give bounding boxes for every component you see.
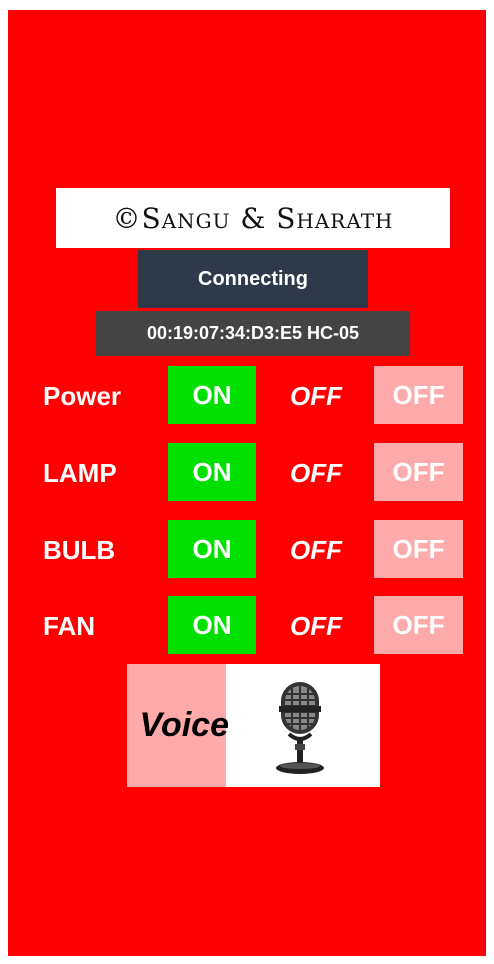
fan-state-text: OFF	[290, 611, 342, 641]
connection-status[interactable]: Connecting	[138, 250, 368, 308]
credits-text: ©Sangu & Sharath	[112, 201, 394, 235]
voice-button[interactable]: Voice	[127, 664, 380, 787]
power-off-button[interactable]: OFF	[374, 366, 463, 424]
device-label-fan: FAN	[43, 611, 95, 641]
fan-on-button[interactable]: ON	[168, 596, 256, 654]
bulb-off-button[interactable]: OFF	[374, 520, 463, 578]
power-state-text: OFF	[290, 381, 342, 411]
lamp-state-text: OFF	[290, 458, 342, 488]
lamp-on-button[interactable]: ON	[168, 443, 256, 501]
bulb-state-text: OFF	[290, 535, 342, 565]
microphone-icon	[276, 682, 324, 774]
device-address: 00:19:07:34:D3:E5 HC-05	[96, 311, 410, 356]
device-label-lamp: LAMP	[43, 458, 117, 488]
voice-label-panel: Voice	[127, 664, 229, 787]
power-on-button[interactable]: ON	[168, 366, 256, 424]
app-screen: ©Sangu & Sharath Connecting 00:19:07:34:…	[8, 10, 486, 956]
device-label-power: Power	[43, 381, 122, 411]
fan-off-button[interactable]: OFF	[374, 596, 463, 654]
bulb-on-button[interactable]: ON	[168, 520, 256, 578]
credits-banner: ©Sangu & Sharath	[56, 188, 450, 248]
voice-label: Voice	[139, 706, 229, 744]
lamp-off-button[interactable]: OFF	[374, 443, 463, 501]
device-label-bulb: BULB	[43, 535, 116, 565]
